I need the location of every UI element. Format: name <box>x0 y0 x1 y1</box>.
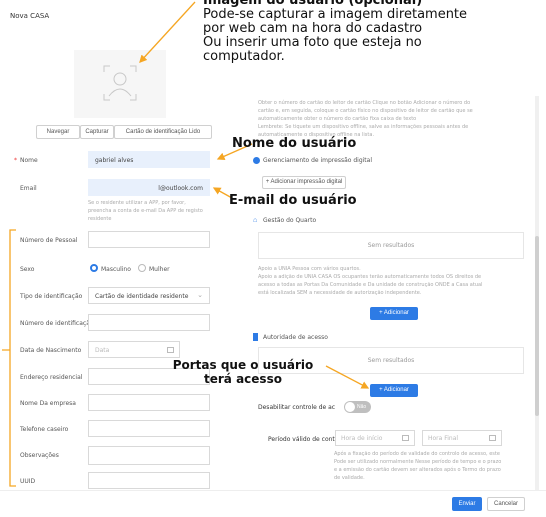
name-annotation: Nome do usuário <box>232 136 357 151</box>
email-annotation: E-mail do usuário <box>229 193 357 208</box>
doors-annotation: Portas que o usuário terá acesso <box>172 358 314 386</box>
doors-arrow <box>325 365 370 389</box>
photo-arrow <box>139 1 196 63</box>
annotation-arrows <box>139 1 370 389</box>
